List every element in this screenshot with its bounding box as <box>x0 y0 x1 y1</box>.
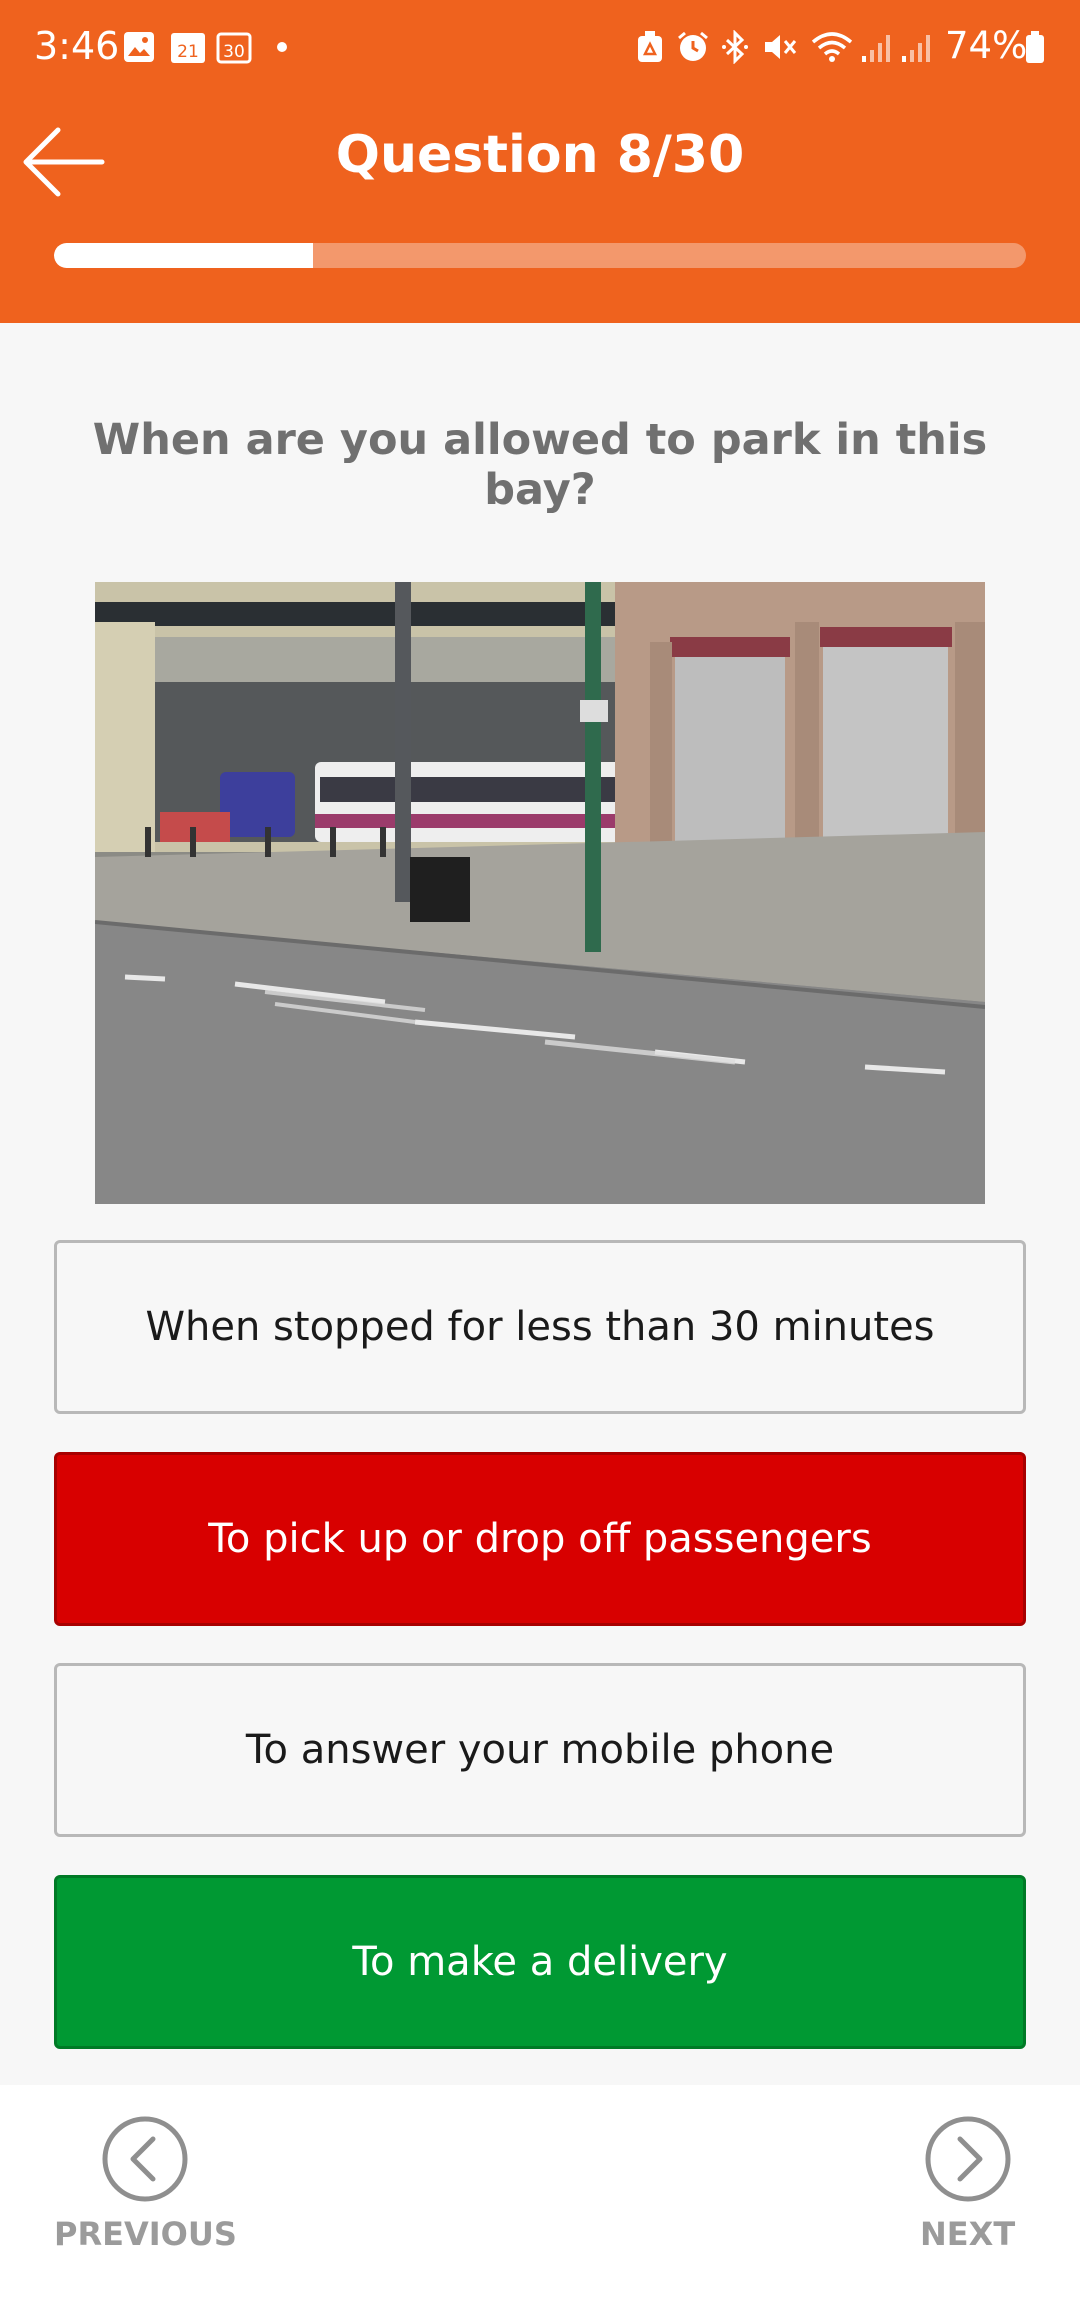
gallery-icon <box>123 30 155 64</box>
next-label: NEXT <box>920 2215 1016 2253</box>
status-bar: 3:46 21 30 74% <box>0 0 1080 95</box>
previous-label: PREVIOUS <box>54 2215 237 2253</box>
recycle-icon <box>635 30 665 64</box>
calendar-outline-icon: 30 <box>216 30 252 64</box>
previous-button[interactable]: PREVIOUS <box>54 2115 237 2253</box>
answer-option-1[interactable]: When stopped for less than 30 minutes <box>54 1240 1026 1414</box>
status-time: 3:46 <box>34 24 120 68</box>
answer-option-4[interactable]: To make a delivery <box>54 1875 1026 2049</box>
answer-option-2[interactable]: To pick up or drop off passengers <box>54 1452 1026 1626</box>
bluetooth-icon <box>720 30 750 64</box>
header-bar: 3:46 21 30 74% Question 8/30 <box>0 0 1080 323</box>
bottom-navigation: PREVIOUS NEXT <box>0 2085 1080 2316</box>
calendar-day-text: 21 <box>177 42 199 62</box>
battery-icon <box>1024 30 1046 64</box>
notification-dot-icon <box>276 30 288 64</box>
page-title: Question 8/30 <box>335 125 745 185</box>
mute-icon <box>762 30 798 64</box>
answer-option-3[interactable]: To answer your mobile phone <box>54 1663 1026 1837</box>
calendar-icon: 21 <box>170 30 206 64</box>
alarm-icon <box>676 30 710 64</box>
progress-bar <box>54 243 1026 268</box>
chevron-left-circle-icon <box>102 2116 188 2202</box>
calendar-day-text-2: 30 <box>223 42 245 62</box>
battery-percent: 74% <box>945 24 1028 67</box>
wifi-icon <box>810 30 854 64</box>
signal-icon-2 <box>900 30 934 64</box>
question-image <box>95 582 985 1204</box>
question-text: When are you allowed to park in this bay… <box>92 415 988 515</box>
next-button[interactable]: NEXT <box>920 2115 1015 2253</box>
chevron-right-circle-icon <box>925 2116 1011 2202</box>
progress-fill <box>54 243 314 268</box>
signal-icon-1 <box>860 30 894 64</box>
